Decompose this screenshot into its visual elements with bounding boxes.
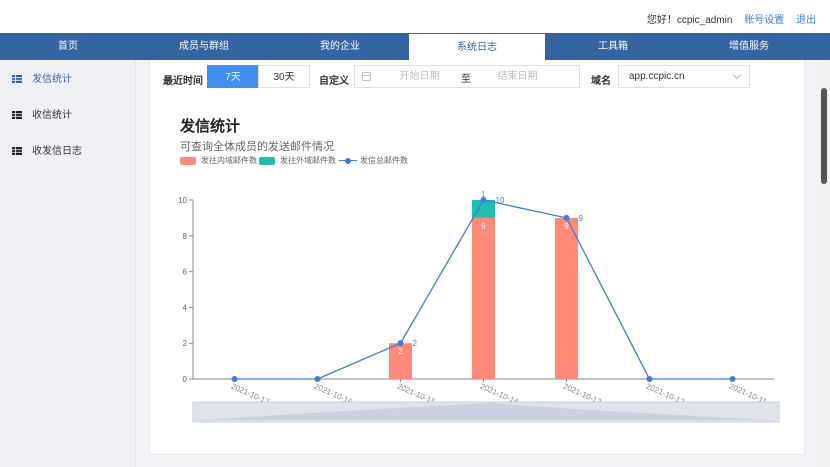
total-series-point	[231, 376, 238, 382]
bar-internal	[555, 217, 578, 379]
bar-internal-label: 9	[564, 222, 569, 231]
greeting-text: 您好！ccpic_admin	[646, 15, 733, 26]
sidebar-item-label: 发信统计	[32, 74, 72, 85]
total-series-point	[314, 376, 321, 382]
tab-system-log[interactable]: 系统日志	[409, 34, 545, 60]
main-content: 最近时间 7天 30天 自定义 至 域名 app.ccpic.cn 发信统计 可…	[136, 60, 817, 467]
total-series-point	[729, 376, 736, 382]
tab-value-added[interactable]: 增值服务	[681, 33, 817, 60]
tab-toolbox[interactable]: 工具箱	[545, 33, 681, 60]
tab-home[interactable]: 首页	[0, 33, 136, 60]
page-scrollbar[interactable]	[817, 60, 830, 467]
bar-internal	[472, 217, 495, 379]
sidebar-item-label: 收信统计	[32, 110, 72, 121]
total-series-point	[480, 197, 487, 203]
tab-my-enterprise[interactable]: 我的企业	[272, 33, 408, 60]
table-icon	[12, 75, 22, 83]
stats-card: 最近时间 7天 30天 自定义 至 域名 app.ccpic.cn 发信统计 可…	[149, 60, 805, 455]
logout-link[interactable]: 退出	[796, 15, 816, 26]
total-series-point	[563, 214, 570, 221]
sidebar-item-mail-log[interactable]: 收发信日志	[0, 137, 136, 167]
sidebar: 发信统计 收信统计 收发信日志	[0, 60, 136, 467]
y-tick-label: 6	[183, 268, 188, 277]
main-nav: 首页 成员与群组 我的企业 系统日志 工具箱 增值服务	[0, 33, 830, 60]
table-icon	[12, 111, 22, 119]
account-settings-link[interactable]: 账号设置	[744, 15, 784, 26]
sidebar-item-label: 收发信日志	[32, 146, 82, 157]
total-series-point	[397, 340, 404, 347]
tab-members-groups[interactable]: 成员与群组	[136, 33, 272, 60]
send-stats-chart: 02468102021-10-17 2021-10-16 2021-10-15 202…	[178, 190, 780, 423]
total-series-label: 9	[579, 214, 584, 223]
sidebar-item-receive-stats[interactable]: 收信统计	[0, 101, 136, 131]
bar-internal-label: 9	[481, 222, 486, 231]
top-bar: 您好！ccpic_admin 账号设置 退出	[0, 0, 830, 33]
scrollbar-thumb[interactable]	[821, 88, 827, 184]
table-icon	[12, 147, 22, 155]
sidebar-item-send-stats[interactable]: 发信统计	[0, 65, 136, 95]
y-tick-label: 8	[183, 232, 188, 241]
bar-internal-label: 2	[398, 347, 403, 356]
user-menu: 您好！ccpic_admin 账号设置 退出	[647, 11, 816, 26]
y-tick-label: 0	[183, 375, 188, 384]
total-series-point	[646, 376, 653, 382]
total-series-label: 2	[413, 339, 418, 348]
y-tick-label: 10	[178, 196, 187, 205]
total-series-label: 10	[496, 196, 505, 205]
y-tick-label: 2	[183, 339, 188, 348]
y-tick-label: 4	[183, 303, 188, 312]
